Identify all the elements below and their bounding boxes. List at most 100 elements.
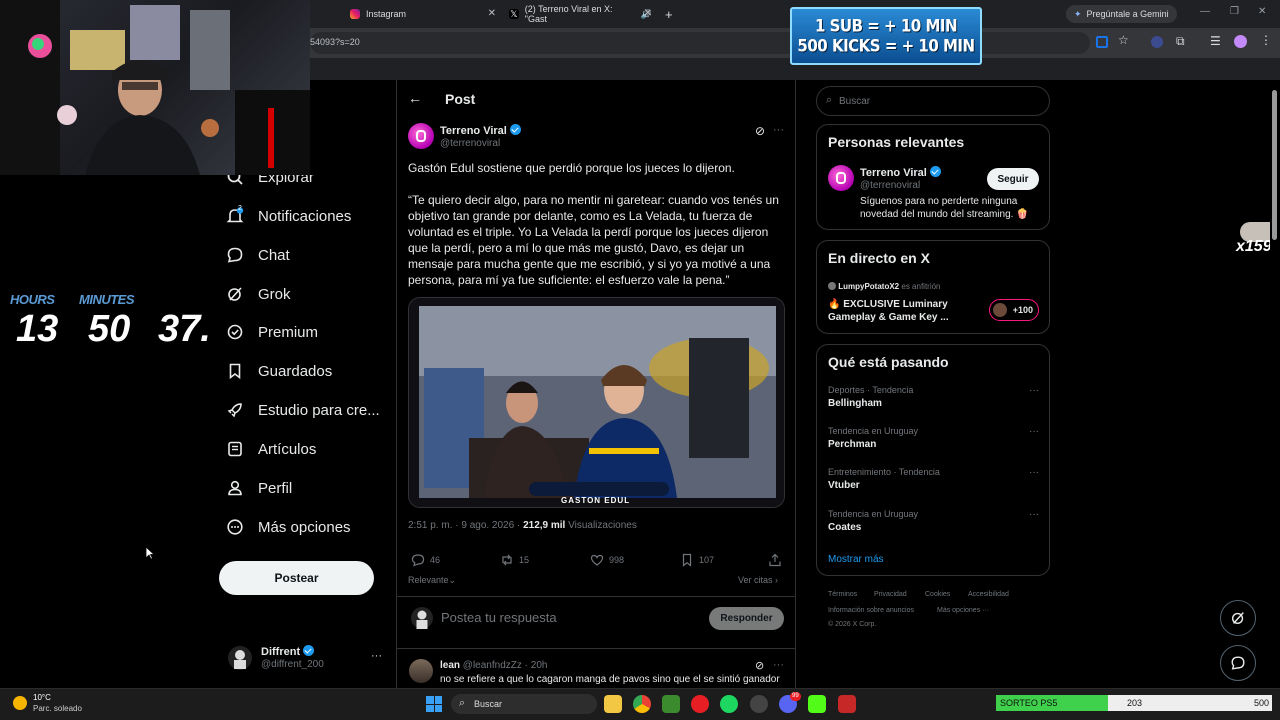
reply-more-icon[interactable]: ··· <box>773 659 784 671</box>
scrollbar-thumb[interactable] <box>1272 90 1277 240</box>
puzzle-icon[interactable]: ⧉ <box>1176 34 1185 49</box>
account-avatar[interactable] <box>228 646 252 670</box>
live-listeners[interactable]: +100 <box>989 299 1039 321</box>
footer-link-cookies[interactable]: Cookies <box>925 591 950 598</box>
nav-grok[interactable]: Grok <box>226 279 291 309</box>
live-on-x-card: En directo en X LumpyPotatoX2 es anfitri… <box>816 240 1050 334</box>
trend-more-icon[interactable]: ··· <box>1029 385 1039 396</box>
account-menu-icon[interactable]: ··· <box>371 650 382 662</box>
app-icon[interactable] <box>838 695 856 713</box>
trend-category: Deportes · Tendencia <box>828 385 914 395</box>
author-avatar[interactable] <box>408 123 434 149</box>
trend-more-icon[interactable]: ··· <box>1029 509 1039 520</box>
nav-chat[interactable]: Chat <box>226 240 290 270</box>
nav-more-options[interactable]: Más opciones <box>226 512 351 542</box>
nav-creator-studio[interactable]: Estudio para cre... <box>226 395 380 425</box>
install-app-icon[interactable] <box>1096 36 1108 48</box>
show-more-link[interactable]: Mostrar más <box>828 554 884 565</box>
nav-bookmarks[interactable]: Guardados <box>226 356 332 386</box>
repost-action[interactable]: 15 <box>500 553 529 567</box>
sparkle-icon: ✦ <box>1074 8 1082 19</box>
like-action[interactable]: 998 <box>590 553 624 567</box>
nav-profile[interactable]: Perfil <box>226 473 292 503</box>
close-icon[interactable]: ✕ <box>488 8 496 19</box>
relevant-name[interactable]: Terreno Viral <box>860 166 941 179</box>
timer-hours: 13 <box>16 308 59 350</box>
post-media-video[interactable]: GASTON EDUL <box>408 297 785 508</box>
back-arrow-icon[interactable]: ← <box>408 90 422 106</box>
kebab-menu-icon[interactable]: ⋮ <box>1260 33 1272 47</box>
opera-icon[interactable] <box>691 695 709 713</box>
chevron-right-icon: › <box>775 575 779 585</box>
chrome-icon[interactable] <box>633 695 651 713</box>
reply-action[interactable]: 46 <box>411 553 440 567</box>
share-icon <box>769 553 781 567</box>
author-name[interactable]: Terreno Viral <box>440 124 521 137</box>
mouse-cursor-icon <box>145 546 155 560</box>
weather-sun-icon[interactable] <box>13 696 27 710</box>
live-host[interactable]: LumpyPotatoX2 es anfitrión <box>828 282 941 291</box>
tab-instagram[interactable]: Instagram ✕ <box>350 4 496 24</box>
trend-more-icon[interactable]: ··· <box>1029 467 1039 478</box>
trend-category: Entretenimiento · Tendencia <box>828 467 940 477</box>
grok-explain-icon[interactable]: ⊘ <box>755 659 764 672</box>
trend-name[interactable]: Vtuber <box>828 480 860 491</box>
footer-link-more[interactable]: Más opciones ··· <box>937 607 989 614</box>
reply-author-avatar[interactable] <box>409 659 433 683</box>
bookmark-action[interactable]: 107 <box>680 553 714 567</box>
reply-author[interactable]: lean @leanfndzZz · 20h <box>440 660 547 671</box>
post-more-icon[interactable]: ··· <box>773 124 784 136</box>
nav-label: Chat <box>258 246 290 264</box>
tab-terreno-viral[interactable]: 𝕏 (2) Terreno Viral en X: "Gast 🔊 ✕ <box>509 4 652 24</box>
divider <box>396 596 796 597</box>
footer-link-privacy[interactable]: Privacidad <box>874 591 907 598</box>
timer-minutes: 50 <box>88 308 131 350</box>
minecraft-icon[interactable] <box>662 695 680 713</box>
kick-icon[interactable] <box>808 695 826 713</box>
tab-search-icon[interactable]: ☰ <box>1210 34 1221 48</box>
post-button[interactable]: Postear <box>219 561 374 595</box>
new-tab-button[interactable]: + <box>665 4 679 24</box>
extension-icon[interactable] <box>1151 36 1163 48</box>
relevant-people-card: Personas relevantes Terreno Viral @terre… <box>816 124 1050 230</box>
grok-fab[interactable] <box>1220 600 1256 636</box>
nav-premium[interactable]: Premium <box>226 317 318 347</box>
grok-explain-icon[interactable]: ⊘ <box>755 124 765 138</box>
close-window-icon[interactable]: ✕ <box>1258 6 1266 17</box>
minimize-icon[interactable]: — <box>1200 6 1210 17</box>
trend-more-icon[interactable]: ··· <box>1029 426 1039 437</box>
reply-input[interactable]: Postea tu respuesta <box>441 610 557 625</box>
bookmark-star-icon[interactable]: ☆ <box>1118 33 1129 47</box>
account-name[interactable]: Diffrent <box>261 645 315 658</box>
nav-articles[interactable]: Artículos <box>226 434 316 464</box>
reply-button[interactable]: Responder <box>709 607 784 630</box>
footer-link-accessibility[interactable]: Accesibilidad <box>968 591 1009 598</box>
trend-name[interactable]: Perchman <box>828 439 876 450</box>
gemini-button[interactable]: ✦ Pregúntale a Gemini <box>1066 5 1177 23</box>
profile-avatar[interactable] <box>1234 35 1247 48</box>
maximize-icon[interactable]: ❐ <box>1230 6 1239 17</box>
repost-count: 15 <box>519 555 530 565</box>
taskbar-search[interactable] <box>451 694 597 714</box>
follow-button[interactable]: Seguir <box>987 168 1039 190</box>
live-stream-title[interactable]: 🔥 EXCLUSIVE Luminary Gameplay & Game Key… <box>828 298 978 324</box>
trend-name[interactable]: Bellingham <box>828 398 882 409</box>
steam-icon[interactable] <box>750 695 768 713</box>
close-icon[interactable]: ✕ <box>644 8 652 19</box>
share-action[interactable] <box>768 553 782 567</box>
file-explorer-icon[interactable] <box>604 695 622 713</box>
trend-name[interactable]: Coates <box>828 522 861 533</box>
promo-line-1: 1 SUB = + 10 MIN <box>814 16 958 36</box>
view-quotes-link[interactable]: Ver citas › <box>738 575 778 585</box>
footer-link-ads-info[interactable]: Información sobre anuncios <box>828 607 914 614</box>
sort-replies-dropdown[interactable]: Relevante⌄ <box>408 575 456 586</box>
nav-label: Estudio para cre... <box>258 401 380 419</box>
footer-link-terms[interactable]: Términos <box>828 591 857 598</box>
windows-start-icon[interactable] <box>426 696 442 712</box>
nav-notifications[interactable]: Notificaciones <box>226 201 351 231</box>
gemini-label: Pregúntale a Gemini <box>1086 9 1169 19</box>
relevant-avatar[interactable] <box>828 165 854 191</box>
spotify-icon[interactable] <box>720 695 738 713</box>
weather-desc: Parc. soleado <box>33 704 82 713</box>
messages-fab[interactable] <box>1220 645 1256 681</box>
